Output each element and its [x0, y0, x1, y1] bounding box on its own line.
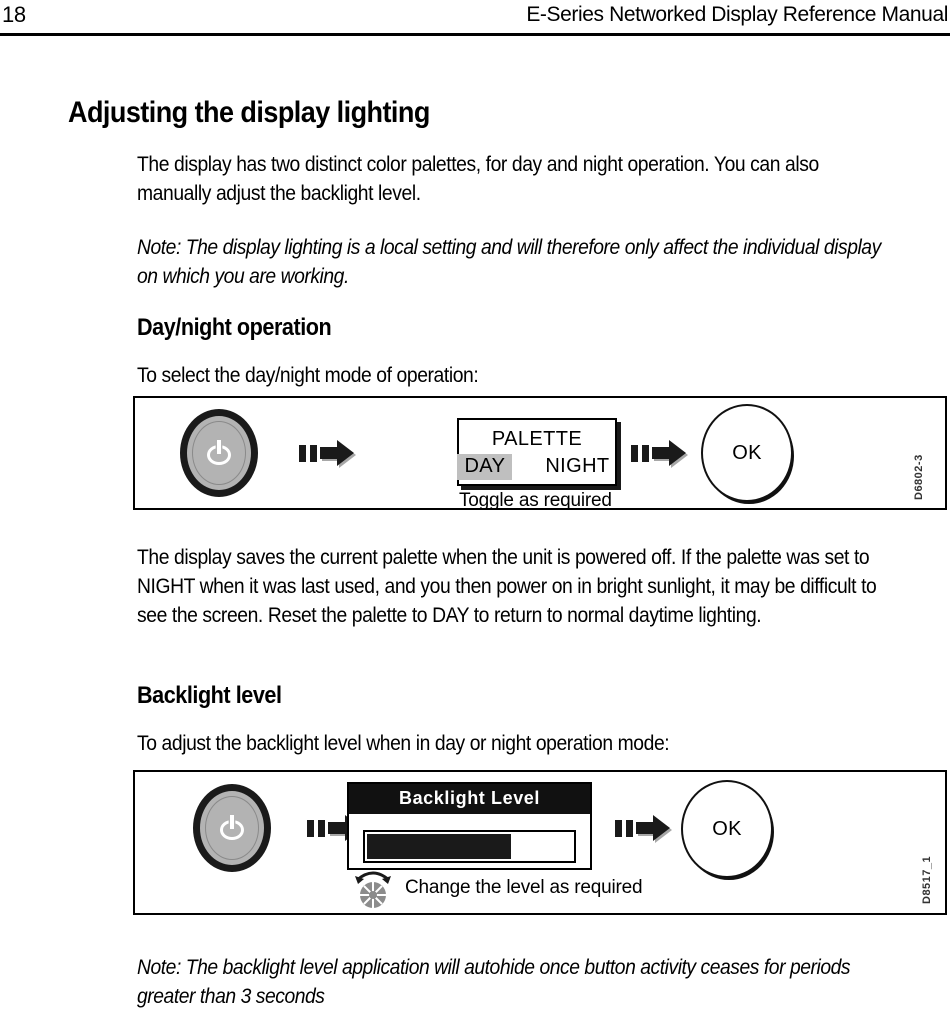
palette-option-day[interactable]: DAY: [457, 454, 513, 480]
lead-in-daynight: To select the day/night mode of operatio…: [137, 364, 479, 387]
power-symbol-icon: [220, 815, 244, 840]
page-title: Adjusting the display lighting: [68, 96, 430, 130]
flow-arrow-icon-2: [615, 815, 670, 841]
intro-paragraph: The display has two distinct color palet…: [137, 153, 819, 205]
rotary-knob-icon[interactable]: [351, 866, 395, 910]
figure-daynight-operation: PALETTE DAY NIGHT Toggle as required OK …: [133, 396, 947, 511]
caption-change-level: Change the level as required: [405, 877, 643, 898]
figure-reference-code: D8517_1: [921, 855, 933, 904]
lead-in-backlight: To adjust the backlight level when in da…: [137, 732, 670, 755]
power-button-icon[interactable]: [180, 409, 258, 497]
note-backlight-autohide: Note: The backlight level application wi…: [137, 956, 851, 1008]
paragraph-palette-persistence: The display saves the current palette wh…: [137, 546, 877, 627]
manual-title: E-Series Networked Display Reference Man…: [526, 3, 948, 26]
page-number: 18: [2, 2, 26, 27]
section-heading-daynight: Day/night operation: [137, 313, 332, 341]
note-display-lighting: Note: The display lighting is a local se…: [137, 236, 881, 288]
ok-button[interactable]: OK: [681, 780, 773, 878]
header-divider: [0, 33, 950, 36]
palette-option-night[interactable]: NIGHT: [538, 454, 616, 480]
backlight-level-fill: [367, 834, 511, 859]
page-header: 18 E-Series Networked Display Reference …: [0, 0, 950, 36]
flow-arrow-icon-1: [299, 440, 354, 466]
palette-selector-box[interactable]: PALETTE DAY NIGHT: [457, 418, 617, 486]
power-symbol-icon: [207, 440, 231, 465]
figure-reference-code: D6802-3: [913, 454, 925, 500]
palette-options: DAY NIGHT: [457, 454, 616, 480]
caption-toggle-as-required: Toggle as required: [459, 490, 612, 511]
ok-button[interactable]: OK: [701, 404, 793, 502]
flow-arrow-icon-2: [631, 440, 686, 466]
power-button-icon[interactable]: [193, 784, 271, 872]
figure-backlight-level: Backlight Level Change the level as requ…: [133, 770, 947, 915]
palette-title: PALETTE: [491, 428, 583, 450]
backlight-dialog-title: Backlight Level: [349, 784, 590, 814]
section-heading-backlight: Backlight level: [137, 681, 282, 709]
backlight-level-dialog[interactable]: Backlight Level: [347, 782, 592, 870]
backlight-level-slider[interactable]: [363, 830, 576, 863]
